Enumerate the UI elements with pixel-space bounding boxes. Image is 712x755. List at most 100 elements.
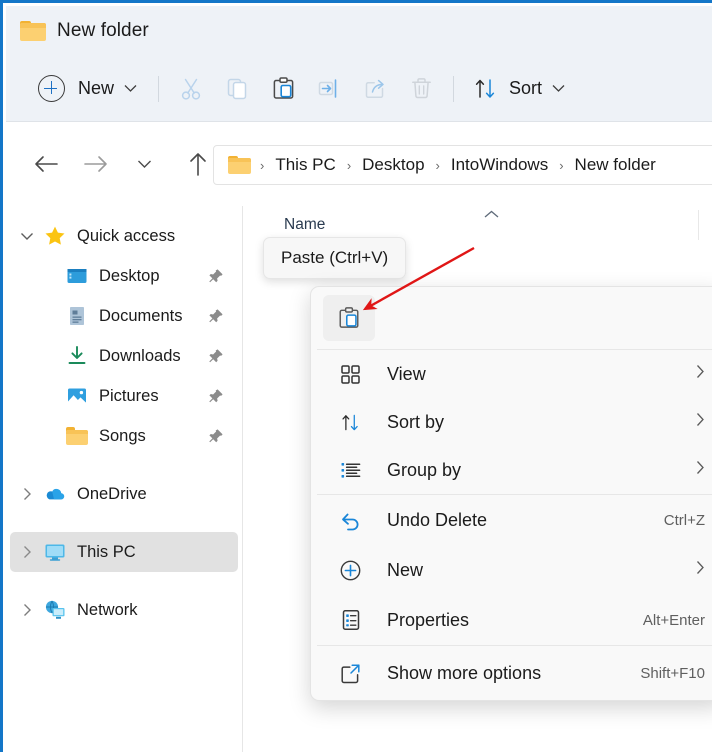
pin-icon[interactable] (208, 308, 224, 329)
new-button-label: New (78, 78, 115, 98)
menu-item-label: View (387, 363, 426, 384)
chevron-right-icon (696, 364, 705, 384)
tooltip-text: Paste (Ctrl+V) (281, 248, 389, 267)
sidebar-item-label: Quick access (77, 226, 176, 245)
context-menu-quick-actions (311, 287, 712, 349)
column-header-name[interactable]: Name (284, 216, 325, 234)
properties-icon (339, 609, 362, 632)
arrow-left-icon (35, 156, 58, 172)
menu-item-label: Show more options (387, 662, 542, 683)
folder-icon (20, 20, 46, 42)
copy-button[interactable] (214, 68, 260, 110)
network-icon (44, 599, 66, 621)
undo-icon (339, 509, 362, 532)
downloads-icon (66, 345, 88, 367)
chevron-right-icon (696, 560, 705, 580)
menu-item-view[interactable]: View (311, 350, 712, 398)
menu-item-label: Sort by (387, 411, 445, 432)
scissors-icon (181, 78, 201, 100)
menu-item-accelerator: Ctrl+Z (663, 511, 705, 529)
chevron-down-icon[interactable] (10, 232, 44, 241)
sort-button[interactable]: Sort (467, 68, 573, 110)
recent-locations-button[interactable] (122, 144, 166, 184)
tooltip: Paste (Ctrl+V) (263, 237, 407, 279)
toolbar-separator (158, 75, 160, 102)
paste-icon-button[interactable] (323, 295, 375, 341)
chevron-down-icon (124, 85, 137, 92)
paste-icon (339, 307, 359, 328)
chevron-right-icon[interactable] (10, 603, 44, 617)
share-button[interactable] (352, 68, 398, 110)
sort-arrows-icon (339, 411, 362, 434)
menu-item-show-more-options[interactable]: Show more options Shift+F10 (311, 646, 712, 700)
arrow-right-icon (84, 156, 107, 172)
folder-icon (228, 155, 251, 175)
menu-item-accelerator: Alt+Enter (642, 611, 705, 629)
sidebar-item-label: Desktop (99, 266, 160, 285)
pin-icon[interactable] (208, 428, 224, 449)
share-icon (365, 79, 384, 99)
sidebar-item-network[interactable]: Network (10, 590, 238, 630)
rename-button[interactable] (306, 68, 352, 110)
breadcrumb[interactable]: › This PC › Desktop › IntoWindows › New … (213, 145, 712, 185)
chevron-right-icon[interactable] (10, 545, 44, 559)
breadcrumb-separator: › (260, 157, 265, 173)
toolbar-separator-2 (453, 75, 455, 102)
sidebar-item-label: Downloads (99, 346, 181, 365)
plus-circle-icon (38, 75, 65, 102)
navigation-pane: Quick access Desktop Documents Downloads… (6, 206, 243, 752)
trash-icon (411, 78, 431, 99)
column-divider[interactable] (698, 210, 699, 240)
new-button[interactable]: New (28, 69, 149, 109)
this-pc-icon (44, 541, 66, 563)
pin-icon[interactable] (208, 388, 224, 409)
documents-icon (66, 305, 88, 327)
window-title: New folder (57, 20, 149, 41)
sidebar-item-label: OneDrive (77, 484, 147, 503)
menu-item-undo-delete[interactable]: Undo Delete Ctrl+Z (311, 495, 712, 545)
forward-button[interactable] (74, 144, 118, 184)
folder-icon (66, 427, 88, 445)
breadcrumb-item-intowindows[interactable]: IntoWindows (449, 155, 550, 175)
back-button[interactable] (24, 144, 68, 184)
menu-item-group-by[interactable]: Group by (311, 446, 712, 494)
sidebar-item-pictures[interactable]: Pictures (10, 376, 238, 416)
chevron-right-icon[interactable] (10, 487, 44, 501)
sidebar-item-onedrive[interactable]: OneDrive (10, 474, 238, 514)
view-grid-icon (339, 363, 362, 386)
sidebar-item-desktop[interactable]: Desktop (10, 256, 238, 296)
breadcrumb-item-new-folder[interactable]: New folder (573, 155, 658, 175)
menu-item-properties[interactable]: Properties Alt+Enter (311, 595, 712, 645)
sidebar-item-documents[interactable]: Documents (10, 296, 238, 336)
pictures-icon (66, 385, 88, 407)
paste-button[interactable] (260, 68, 306, 110)
sidebar-item-downloads[interactable]: Downloads (10, 336, 238, 376)
menu-item-sort-by[interactable]: Sort by (311, 398, 712, 446)
breadcrumb-separator: › (435, 157, 440, 173)
sidebar-item-quick-access[interactable]: Quick access (10, 216, 238, 256)
desktop-icon (66, 265, 88, 287)
breadcrumb-item-desktop[interactable]: Desktop (360, 155, 426, 175)
delete-button[interactable] (398, 68, 444, 110)
onedrive-cloud-icon (44, 483, 66, 505)
sidebar-item-songs[interactable]: Songs (10, 416, 238, 456)
chevron-up-icon (483, 207, 500, 225)
cut-button[interactable] (168, 68, 214, 110)
sidebar-item-label: Songs (99, 426, 146, 445)
sort-arrows-icon (475, 79, 495, 98)
show-more-icon (339, 662, 362, 685)
breadcrumb-separator: › (559, 157, 564, 173)
group-list-icon (339, 459, 362, 482)
menu-item-new[interactable]: New (311, 545, 712, 595)
chevron-right-icon (696, 460, 705, 480)
breadcrumb-separator: › (346, 157, 352, 173)
menu-item-label: New (387, 559, 424, 580)
menu-item-label: Group by (387, 459, 462, 480)
pin-icon[interactable] (208, 268, 224, 289)
arrow-up-icon (190, 153, 206, 176)
pin-icon[interactable] (208, 348, 224, 369)
breadcrumb-item-this-pc[interactable]: This PC (273, 155, 337, 175)
menu-item-label: Undo Delete (387, 509, 488, 530)
sidebar-item-this-pc[interactable]: This PC (10, 532, 238, 572)
file-explorer-window: New folder New Sort › This PC › Desktop … (0, 0, 712, 752)
